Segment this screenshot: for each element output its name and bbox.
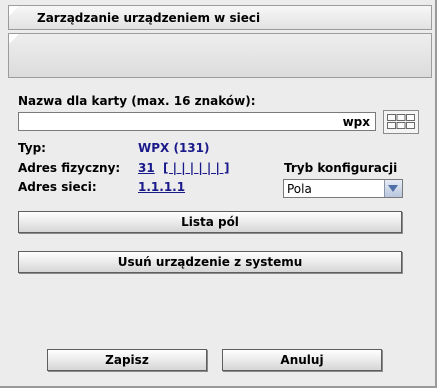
dialog-title: Zarządzanie urządzeniem w sieci <box>37 11 261 25</box>
config-mode-label: Tryb konfiguracji <box>284 161 398 175</box>
remove-device-button[interactable]: Usuń urządzenie z systemu <box>18 251 402 273</box>
physical-address-label: Adres fizyczny: <box>18 161 121 175</box>
card-name-input[interactable]: wpx <box>18 112 376 131</box>
save-button[interactable]: Zapisz <box>47 349 207 371</box>
name-label: Nazwa dla karty (max. 16 znaków): <box>18 94 256 108</box>
config-mode-select[interactable]: Pola <box>283 179 403 198</box>
network-address-label: Adres sieci: <box>18 180 97 194</box>
corner-icon <box>9 6 19 16</box>
physical-address-value[interactable]: 31 <box>138 161 155 175</box>
cancel-button[interactable]: Anuluj <box>222 349 382 371</box>
field-list-button[interactable]: Lista pól <box>18 211 402 233</box>
keyboard-icon <box>387 114 415 129</box>
physical-address-bits[interactable]: [ | | | | | | ] <box>163 161 230 175</box>
network-address-value[interactable]: 1.1.1.1 <box>138 180 185 194</box>
dialog-window: Zarządzanie urządzeniem w sieci Nazwa dl… <box>0 0 437 388</box>
title-bar: Zarządzanie urządzeniem w sieci <box>8 5 432 30</box>
type-label: Typ: <box>18 141 46 155</box>
config-mode-value: Pola <box>287 182 312 196</box>
type-value: WPX (131) <box>138 141 210 155</box>
chevron-down-icon[interactable] <box>384 180 402 197</box>
corner-icon <box>9 34 19 44</box>
keyboard-button[interactable] <box>383 110 419 134</box>
info-panel <box>8 33 432 78</box>
